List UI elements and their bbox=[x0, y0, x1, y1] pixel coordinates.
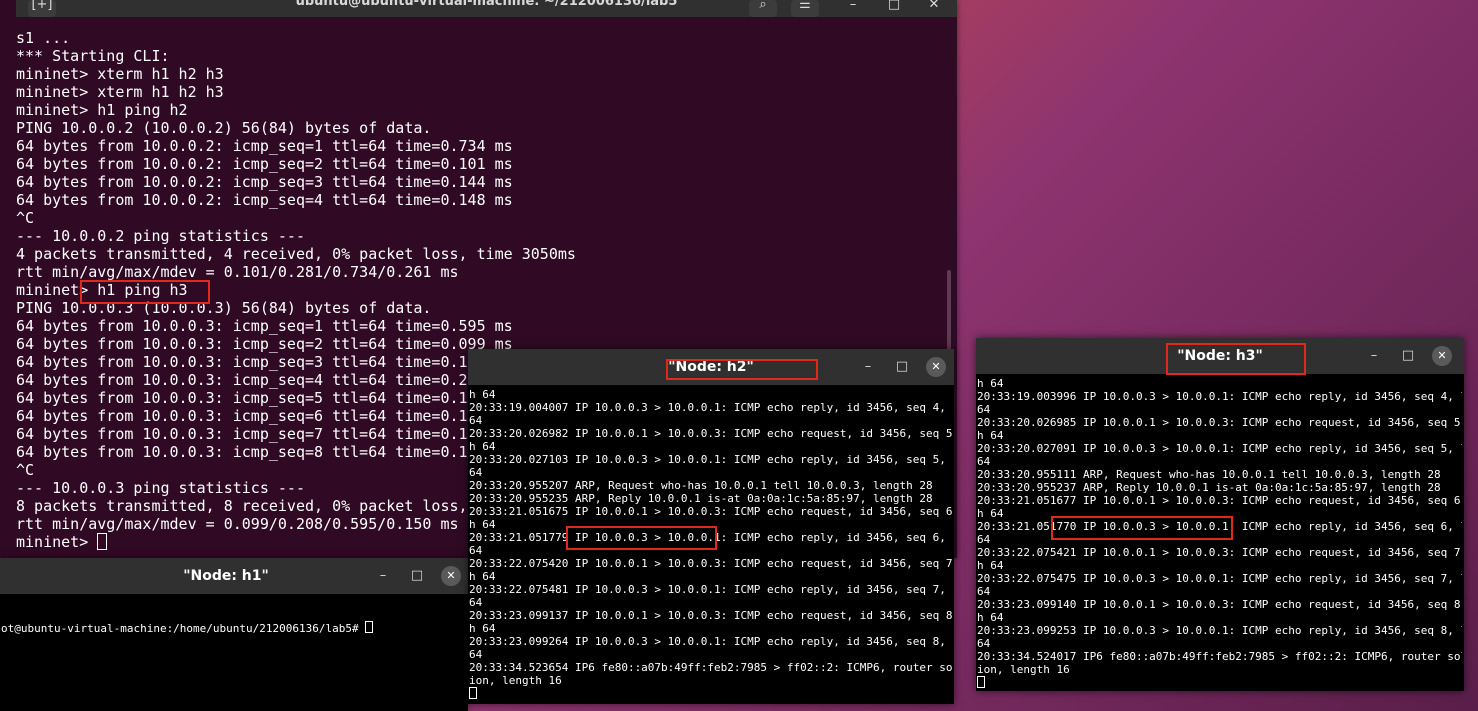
xterm-h2-line: 20:33:21.051675 IP 10.0.0.1 > 10.0.0.3: … bbox=[469, 505, 952, 518]
main-terminal-line: 64 bytes from 10.0.0.2: icmp_seq=2 ttl=6… bbox=[16, 155, 513, 173]
xterm-h2-line: 64 bbox=[469, 466, 483, 479]
main-terminal-line: mininet> xterm h1 h2 h3 bbox=[16, 83, 224, 101]
xterm-h2-output[interactable]: h 64 20:33:19.004007 IP 10.0.0.3 > 10.0.0… bbox=[469, 388, 952, 700]
xterm-h3-line: 20:33:34.524017 IP6 fe80::a07b:49ff:feb2… bbox=[977, 650, 1462, 663]
main-terminal-line: s1 ... bbox=[16, 29, 71, 47]
xterm-h2-line: 64 bbox=[469, 648, 483, 661]
main-terminal-line: 64 bytes from 10.0.0.3: icmp_seq=1 ttl=6… bbox=[16, 317, 513, 335]
xterm-h2-line: 20:33:20.955207 ARP, Request who-has 10.… bbox=[469, 479, 933, 492]
main-terminal-line: PING 10.0.0.2 (10.0.0.2) 56(84) bytes of… bbox=[16, 119, 432, 137]
xterm-h3-line: 20:33:21.051770 IP 10.0.0.3 > 10.0.0.1: … bbox=[977, 520, 1462, 533]
xterm-h2-line: 20:33:20.955235 ARP, Reply 10.0.0.1 is-a… bbox=[469, 492, 933, 505]
h1-minimize-button[interactable]: – bbox=[373, 566, 393, 586]
xterm-h2-titlebar[interactable]: "Node: h2" – □ ✕ bbox=[468, 349, 954, 385]
xterm-h2-title: "Node: h2" bbox=[668, 359, 754, 375]
main-terminal-line: ^C bbox=[16, 209, 35, 227]
xterm-h2-line: 20:33:23.099264 IP 10.0.0.3 > 10.0.0.1: … bbox=[469, 635, 952, 648]
xterm-h3-line: 20:33:20.026985 IP 10.0.0.1 > 10.0.0.3: … bbox=[977, 416, 1462, 429]
xterm-h2-line: h 64 bbox=[469, 622, 496, 635]
menu-button[interactable]: ☰ bbox=[791, 0, 819, 17]
xterm-h1-output[interactable]: ot@ubuntu-virtual-machine:/home/ubuntu/2… bbox=[1, 595, 466, 660]
main-terminal-line: PING 10.0.0.3 (10.0.0.3) 56(84) bytes of… bbox=[16, 299, 432, 317]
xterm-h1-title: "Node: h1" bbox=[183, 568, 269, 584]
h2-cursor bbox=[469, 687, 477, 699]
terminal-cursor bbox=[97, 533, 108, 550]
desktop: uni ♻ bas [+] ubuntu@ubuntu-virtual-mach… bbox=[0, 0, 1478, 711]
xterm-h2-line: 20:33:21.051779 IP 10.0.0.3 > 10.0.0.1: … bbox=[469, 531, 952, 544]
xterm-h2-line: 20:33:20.026982 IP 10.0.0.1 > 10.0.0.3: … bbox=[469, 427, 952, 440]
xterm-h2-line: 64 bbox=[469, 596, 483, 609]
xterm-h3-line: 20:33:20.027091 IP 10.0.0.3 > 10.0.0.1: … bbox=[977, 442, 1462, 455]
h3-maximize-button[interactable]: □ bbox=[1398, 346, 1418, 366]
xterm-h2-line: 20:33:23.099137 IP 10.0.0.1 > 10.0.0.3: … bbox=[469, 609, 952, 622]
main-terminal-line: rtt min/avg/max/mdev = 0.101/0.281/0.734… bbox=[16, 263, 459, 281]
main-terminal-line: 64 bytes from 10.0.0.2: icmp_seq=4 ttl=6… bbox=[16, 191, 513, 209]
xterm-h3-line: ion, length 16 bbox=[977, 663, 1070, 676]
h2-maximize-button[interactable]: □ bbox=[892, 357, 912, 377]
minimize-button[interactable]: – bbox=[839, 0, 867, 17]
search-button[interactable]: ⌕ bbox=[749, 0, 777, 17]
h3-cursor bbox=[977, 676, 985, 688]
xterm-h1-window[interactable]: "Node: h1" – □ ✕ ot@ubuntu-virtual-machi… bbox=[0, 558, 468, 711]
h3-close-button[interactable]: ✕ bbox=[1432, 346, 1452, 366]
close-button[interactable]: ✕ bbox=[920, 0, 948, 17]
xterm-h3-line: h 64 bbox=[977, 377, 1004, 390]
xterm-h2-line: 20:33:22.075481 IP 10.0.0.3 > 10.0.0.1: … bbox=[469, 583, 952, 596]
xterm-h3-titlebar[interactable]: "Node: h3" – □ ✕ bbox=[976, 338, 1464, 374]
xterm-h2-line: h 64 bbox=[469, 570, 496, 583]
h1-cursor bbox=[365, 621, 374, 633]
xterm-h2-line: 64 bbox=[469, 414, 483, 427]
xterm-h2-line: ion, length 16 bbox=[469, 674, 562, 687]
xterm-h3-window[interactable]: "Node: h3" – □ ✕ h 64 20:33:19.003996 IP … bbox=[976, 338, 1464, 691]
xterm-h2-window[interactable]: "Node: h2" – □ ✕ h 64 20:33:19.004007 IP … bbox=[468, 349, 954, 704]
xterm-h2-line: h 64 bbox=[469, 518, 496, 531]
xterm-h2-line: h 64 bbox=[469, 440, 496, 453]
main-terminal-line: mininet> h1 ping h2 bbox=[16, 101, 188, 119]
main-terminal-line: 4 packets transmitted, 4 received, 0% pa… bbox=[16, 245, 576, 263]
xterm-h3-line: 20:33:23.099140 IP 10.0.0.1 > 10.0.0.3: … bbox=[977, 598, 1462, 611]
main-terminal-line: mininet> h1 ping h3 bbox=[16, 281, 188, 299]
h2-minimize-button[interactable]: – bbox=[858, 357, 878, 377]
h1-close-button[interactable]: ✕ bbox=[441, 566, 461, 586]
xterm-h2-line: 20:33:22.075420 IP 10.0.0.1 > 10.0.0.3: … bbox=[469, 557, 952, 570]
h3-minimize-button[interactable]: – bbox=[1364, 346, 1384, 366]
xterm-h3-line: 64 bbox=[977, 585, 991, 598]
maximize-button[interactable]: □ bbox=[880, 0, 908, 17]
main-terminal-line: 64 bytes from 10.0.0.2: icmp_seq=1 ttl=6… bbox=[16, 137, 513, 155]
h2-close-button[interactable]: ✕ bbox=[926, 357, 946, 377]
xterm-h3-line: 64 bbox=[977, 637, 991, 650]
h2-cursor-line[interactable] bbox=[469, 687, 952, 700]
mininet-prompt: mininet> bbox=[16, 533, 98, 551]
xterm-h3-line: 20:33:19.003996 IP 10.0.0.3 > 10.0.0.1: … bbox=[977, 390, 1462, 403]
xterm-h2-line: 64 bbox=[469, 544, 483, 557]
xterm-h3-line: 64 bbox=[977, 455, 991, 468]
main-terminal-line: *** Starting CLI: bbox=[16, 47, 170, 65]
main-terminal-line: 64 bytes from 10.0.0.2: icmp_seq=3 ttl=6… bbox=[16, 173, 513, 191]
main-terminal-line: mininet> xterm h1 h2 h3 bbox=[16, 65, 224, 83]
xterm-h3-line: 20:33:22.075475 IP 10.0.0.3 > 10.0.0.1: … bbox=[977, 572, 1462, 585]
xterm-h3-line: 20:33:22.075421 IP 10.0.0.1 > 10.0.0.3: … bbox=[977, 546, 1462, 559]
xterm-h3-line: 20:33:20.955111 ARP, Request who-has 10.… bbox=[977, 468, 1441, 481]
xterm-h1-titlebar[interactable]: "Node: h1" – □ ✕ bbox=[0, 558, 468, 594]
xterm-h3-line: h 64 bbox=[977, 429, 1004, 442]
xterm-h3-title: "Node: h3" bbox=[1177, 348, 1263, 364]
xterm-h2-line: 20:33:34.523654 IP6 fe80::a07b:49ff:feb2… bbox=[469, 661, 952, 674]
xterm-h2-line: h 64 bbox=[469, 388, 496, 401]
h3-cursor-line[interactable] bbox=[977, 676, 1462, 689]
xterm-h3-line: 20:33:23.099253 IP 10.0.0.3 > 10.0.0.1: … bbox=[977, 624, 1462, 637]
xterm-h3-line: h 64 bbox=[977, 559, 1004, 572]
h1-prompt: ot@ubuntu-virtual-machine:/home/ubuntu/2… bbox=[1, 622, 366, 634]
xterm-h3-output[interactable]: h 64 20:33:19.003996 IP 10.0.0.3 > 10.0.0… bbox=[977, 377, 1462, 689]
xterm-h3-line: h 64 bbox=[977, 507, 1004, 520]
xterm-h3-line: 20:33:21.051677 IP 10.0.0.1 > 10.0.0.3: … bbox=[977, 494, 1462, 507]
xterm-h2-line: 20:33:20.027103 IP 10.0.0.3 > 10.0.0.1: … bbox=[469, 453, 952, 466]
xterm-h3-line: 20:33:20.955237 ARP, Reply 10.0.0.1 is-a… bbox=[977, 481, 1441, 494]
xterm-h3-line: h 64 bbox=[977, 611, 1004, 624]
xterm-h2-line: 20:33:19.004007 IP 10.0.0.3 > 10.0.0.1: … bbox=[469, 401, 952, 414]
main-terminal-line: --- 10.0.0.2 ping statistics --- bbox=[16, 227, 305, 245]
h1-maximize-button[interactable]: □ bbox=[407, 566, 427, 586]
main-terminal-titlebar[interactable]: [+] ubuntu@ubuntu-virtual-machine: ~/212… bbox=[16, 0, 957, 17]
xterm-h3-line: 64 bbox=[977, 403, 991, 416]
xterm-h3-line: 64 bbox=[977, 533, 991, 546]
